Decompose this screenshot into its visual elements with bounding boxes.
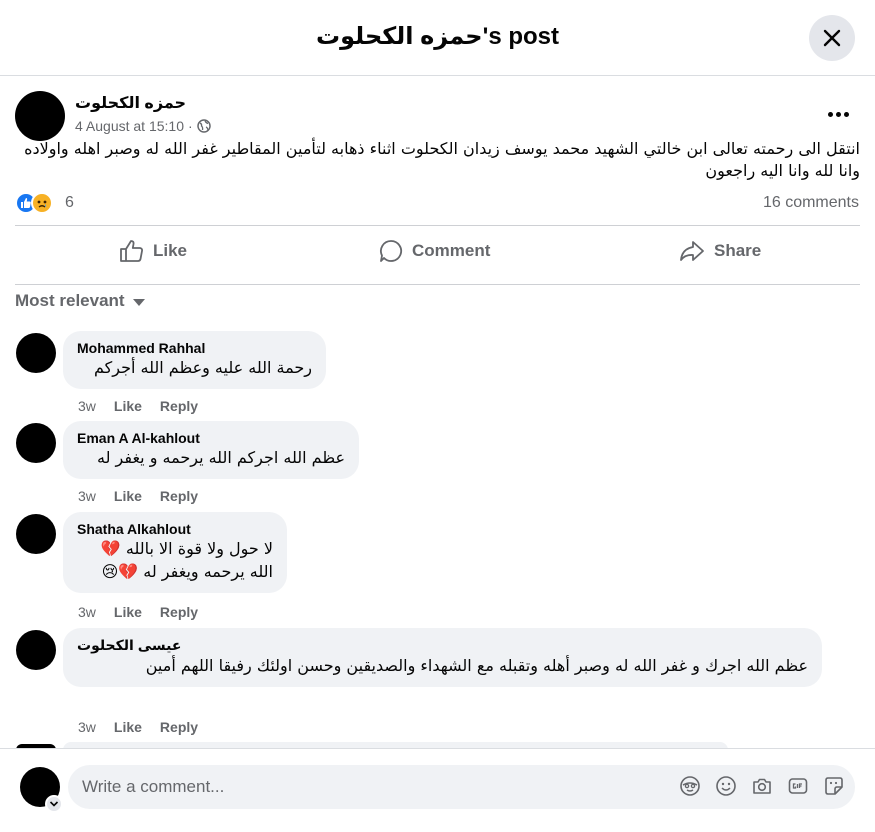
thumbs-up-icon bbox=[120, 240, 143, 262]
author-avatar[interactable] bbox=[15, 91, 65, 141]
close-icon bbox=[823, 29, 841, 47]
comment-text: عظم الله اجرك و غفر الله له وصبر أهله وت… bbox=[77, 654, 808, 677]
comment-line: عظم الله اجركم الله يرحمه و يغفر له bbox=[96, 448, 345, 467]
comment-time[interactable]: 3w bbox=[78, 398, 96, 414]
gif-icon[interactable] bbox=[787, 775, 809, 797]
reactions-summary[interactable]: 6 bbox=[15, 192, 74, 214]
comment-actions: 3w Like Reply bbox=[78, 488, 198, 504]
composer-icon-bar bbox=[679, 775, 845, 797]
comment-time[interactable]: 3w bbox=[78, 604, 96, 620]
post-text: انتقل الى رحمته تعالى ابن خالتي الشهيد م… bbox=[24, 139, 860, 180]
meta-separator: · bbox=[187, 118, 193, 134]
comment-label: Comment bbox=[412, 241, 491, 260]
comment-reply-link[interactable]: Reply bbox=[160, 604, 198, 620]
comment-author[interactable]: عيسى الكحلوت bbox=[77, 637, 808, 654]
post-meta: 4 August at 15:10 · bbox=[75, 118, 211, 134]
divider bbox=[15, 225, 860, 226]
comment-line: لا حول ولا قوة الا بالله 💔 bbox=[100, 539, 273, 558]
caret-down-icon bbox=[132, 298, 145, 306]
comment-author[interactable]: Shatha Alkahlout bbox=[77, 521, 273, 537]
comment-avatar[interactable] bbox=[16, 423, 56, 463]
comment-bubble: Shatha Alkahlout لا حول ولا قوة الا بالل… bbox=[63, 512, 287, 593]
comment-author[interactable]: Mohammed Rahhal bbox=[77, 340, 312, 356]
emoji-icon[interactable] bbox=[715, 775, 737, 797]
comment-reply-link[interactable]: Reply bbox=[160, 398, 198, 414]
like-button[interactable]: Like bbox=[119, 236, 187, 266]
more-dot-icon bbox=[835, 111, 841, 117]
comment-icon bbox=[380, 240, 403, 262]
comment-time[interactable]: 3w bbox=[78, 488, 96, 504]
comment-bubble: Eman A Al-kahlout عظم الله اجركم الله ير… bbox=[63, 421, 359, 479]
comment-like-link[interactable]: Like bbox=[114, 488, 142, 504]
comment-sort-dropdown[interactable]: Most relevant bbox=[15, 291, 145, 311]
comment-like-link[interactable]: Like bbox=[114, 398, 142, 414]
comment-like-link[interactable]: Like bbox=[114, 604, 142, 620]
comment-line: رحمة الله عليه وعظم الله أجركم bbox=[94, 358, 312, 377]
comment-avatar[interactable] bbox=[16, 630, 56, 670]
divider bbox=[15, 284, 860, 285]
sad-reaction-icon bbox=[31, 192, 53, 214]
dialog-header: حمزه الكحلوت's post bbox=[0, 0, 875, 76]
dialog-title: حمزه الكحلوت's post bbox=[316, 23, 559, 50]
share-button[interactable]: Share bbox=[678, 236, 761, 266]
sort-label: Most relevant bbox=[15, 291, 125, 310]
globe-icon[interactable] bbox=[196, 119, 211, 133]
chevron-down-icon[interactable] bbox=[45, 795, 63, 813]
more-dot-icon bbox=[827, 111, 833, 117]
comment-line: عظم الله اجرك و غفر الله له وصبر أهله وت… bbox=[145, 656, 808, 675]
comment-line: الله يرحمه ويغفر له 💔😢 bbox=[101, 562, 273, 581]
comment-text: عظم الله اجركم الله يرحمه و يغفر له bbox=[77, 446, 345, 469]
more-dot-icon bbox=[843, 111, 849, 117]
comment-bubble: Mohammed Rahhal رحمة الله عليه وعظم الله… bbox=[63, 331, 326, 389]
comment-like-link[interactable]: Like bbox=[114, 719, 142, 735]
avatar-sticker-icon[interactable] bbox=[679, 775, 701, 797]
comment-actions: 3w Like Reply bbox=[78, 604, 198, 620]
comment-text: رحمة الله عليه وعظم الله أجركم bbox=[77, 356, 312, 379]
comment-author[interactable]: Eman A Al-kahlout bbox=[77, 430, 345, 446]
comment-actions: 3w Like Reply bbox=[78, 398, 198, 414]
share-label: Share bbox=[714, 241, 762, 260]
post-timestamp[interactable]: 4 August at 15:10 bbox=[75, 118, 184, 134]
comment-reply-link[interactable]: Reply bbox=[160, 488, 198, 504]
comment-actions: 3w Like Reply bbox=[78, 719, 198, 735]
comment-avatar[interactable] bbox=[16, 333, 56, 373]
comment-button[interactable]: Comment bbox=[378, 236, 490, 266]
reaction-count: 6 bbox=[65, 194, 74, 211]
comment-bubble: عيسى الكحلوت عظم الله اجرك و غفر الله له… bbox=[63, 628, 822, 687]
comment-reply-link[interactable]: Reply bbox=[160, 719, 198, 735]
post-dialog: حمزه الكحلوت's post حمزه الكحلوت 4 Augus… bbox=[0, 0, 875, 832]
camera-icon[interactable] bbox=[751, 775, 773, 797]
post-author-name[interactable]: حمزه الكحلوت bbox=[75, 93, 186, 113]
comment-avatar[interactable] bbox=[16, 514, 56, 554]
share-icon bbox=[680, 241, 704, 261]
comments-count[interactable]: 16 comments bbox=[763, 194, 859, 212]
comment-text: لا حول ولا قوة الا بالله 💔 الله يرحمه وي… bbox=[77, 537, 273, 583]
like-label: Like bbox=[153, 241, 188, 260]
sticker-icon[interactable] bbox=[823, 775, 845, 797]
close-button[interactable] bbox=[809, 15, 855, 61]
comment-time[interactable]: 3w bbox=[78, 719, 96, 735]
more-options-button[interactable] bbox=[820, 100, 856, 128]
comment-composer: Write a comment... bbox=[0, 748, 875, 832]
